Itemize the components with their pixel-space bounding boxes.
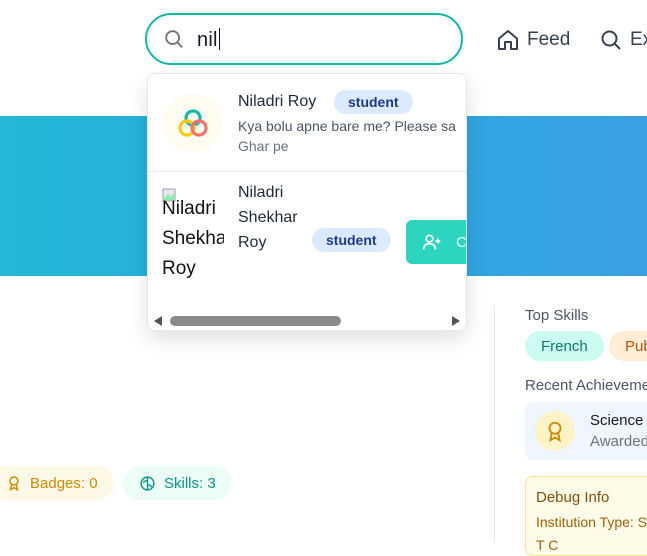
skill-chip: French: [525, 331, 604, 361]
achievement-title: Science F: [590, 412, 647, 429]
debug-line: T C: [536, 537, 559, 553]
role-badge: student: [334, 90, 413, 114]
connect-label: C: [456, 233, 467, 251]
horizontal-scrollbar[interactable]: [148, 312, 466, 330]
home-icon: [498, 30, 518, 50]
award-icon: [548, 421, 562, 442]
column-divider: [494, 305, 495, 542]
recent-achievements-heading: Recent Achieveme: [525, 377, 647, 394]
achievement-subtitle: Awarded: [590, 433, 647, 450]
search-results-dropdown: Niladri Roy student Kya bolu apne bare m…: [147, 73, 467, 331]
avatar: Niladri Shekha Roy: [162, 188, 224, 298]
top-skills-heading: Top Skills: [525, 307, 589, 324]
badges-count-label: Badges: 0: [30, 474, 98, 492]
search-bar[interactable]: nil: [145, 13, 463, 65]
nav-explore-label: Ex: [630, 29, 647, 50]
role-badge: student: [312, 228, 391, 252]
scroll-left-arrow-icon[interactable]: [154, 316, 162, 326]
avatar-alt-line: Roy: [162, 258, 196, 279]
search-icon: [601, 30, 621, 50]
brain-icon: [140, 475, 155, 491]
award-icon: [9, 476, 19, 491]
nav-feed[interactable]: Feed: [496, 28, 570, 52]
result-name: Niladri Roy: [238, 93, 317, 110]
skill-chip: Pub: [609, 331, 647, 361]
avatar-alt-line: Niladri: [162, 198, 216, 219]
result-bio: Kya bolu apne bare me? Please sa: [238, 118, 456, 134]
avatar: [164, 94, 222, 152]
result-name-line: Niladri: [238, 184, 284, 201]
rings-logo-icon: [178, 109, 208, 137]
badges-count-pill: Badges: 0: [0, 466, 114, 500]
skills-count-pill: Skills: 3: [123, 466, 232, 500]
connect-button[interactable]: C: [406, 220, 467, 264]
skills-count-label: Skills: 3: [164, 474, 216, 492]
achievement-icon-wrap: [535, 411, 575, 451]
search-input[interactable]: nil: [197, 27, 221, 53]
search-result-item[interactable]: Niladri Roy student Kya bolu apne bare m…: [148, 74, 466, 172]
nav-explore[interactable]: Ex: [599, 28, 647, 52]
add-user-icon: [422, 234, 441, 250]
result-location: Ghar pe: [238, 138, 289, 154]
scroll-right-arrow-icon[interactable]: [452, 316, 460, 326]
result-name-line: Shekhar: [238, 209, 298, 226]
debug-line: Institution Type: S: [536, 514, 647, 530]
debug-info-panel: Debug Info Institution Type: S T C: [525, 476, 647, 556]
text-caret: [218, 28, 221, 50]
search-result-item[interactable]: Niladri Shekha Roy Niladri Shekhar Roy s…: [148, 172, 466, 312]
debug-title: Debug Info: [536, 489, 610, 506]
avatar-alt-line: Shekha: [162, 228, 224, 249]
search-icon: [165, 30, 183, 48]
achievement-card[interactable]: Science F Awarded: [525, 402, 647, 460]
result-name-line: Roy: [238, 234, 267, 251]
scrollbar-thumb[interactable]: [170, 316, 341, 326]
nav-feed-label: Feed: [527, 29, 571, 50]
result-name: Niladri Shekhar Roy: [238, 180, 298, 255]
